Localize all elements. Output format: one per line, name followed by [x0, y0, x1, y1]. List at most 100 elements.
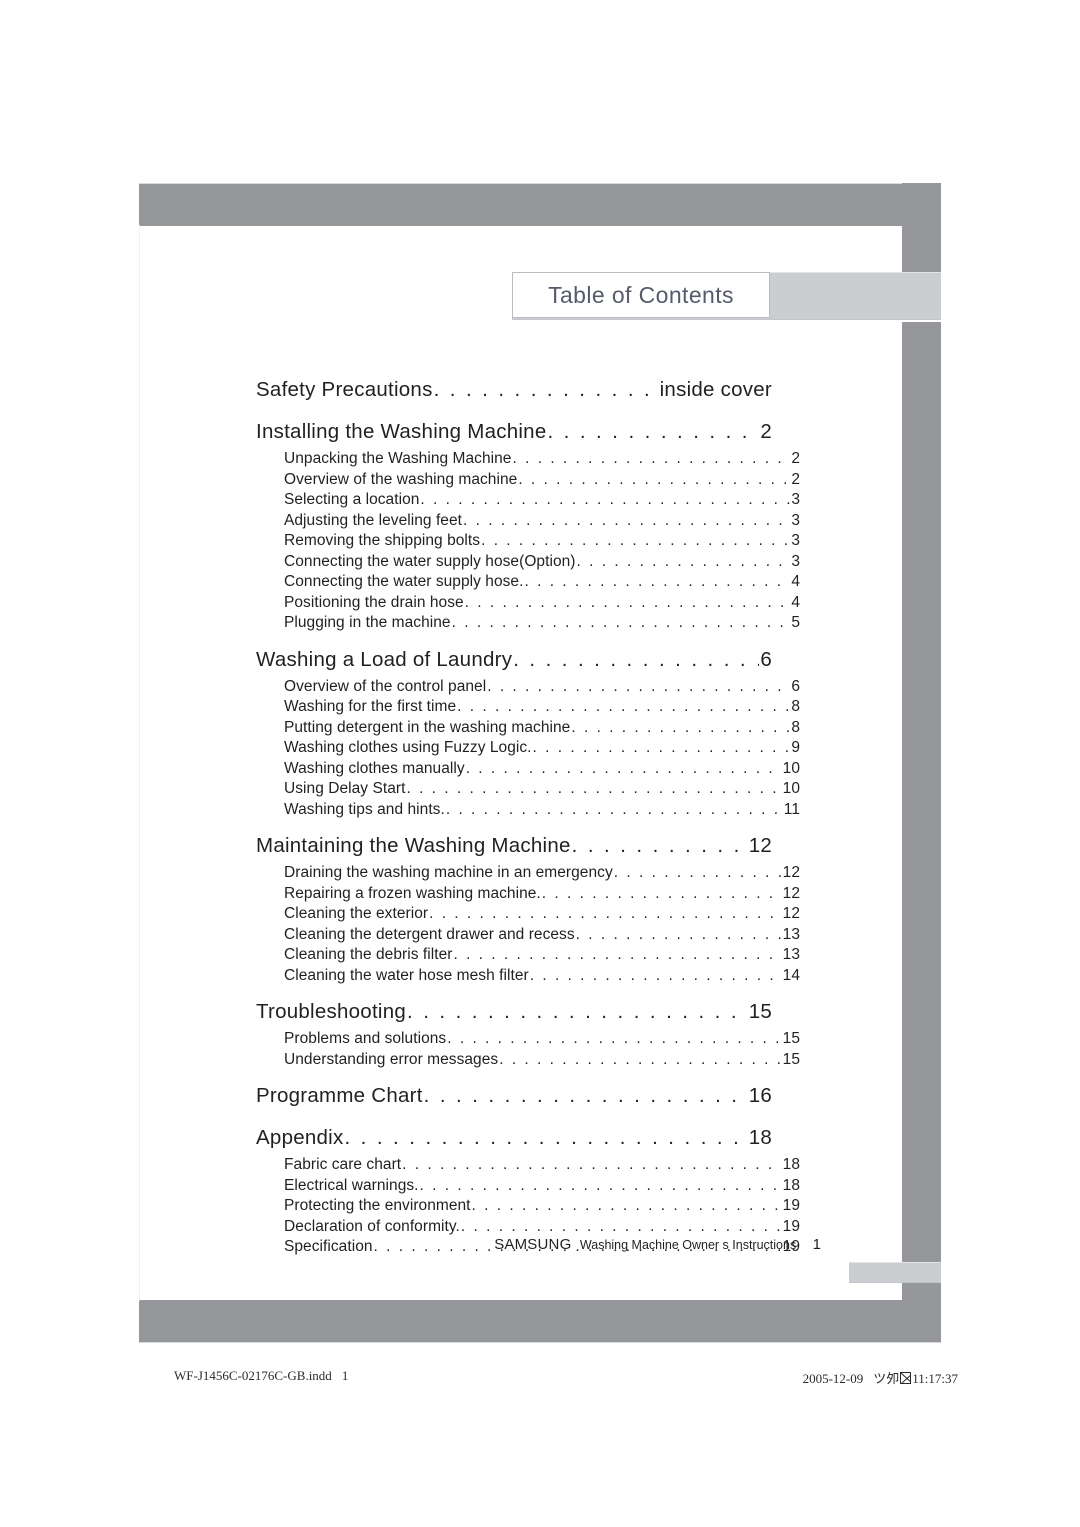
toc-leader-dots: . . . . . . . . . . . . . . . . . . . . …	[344, 1126, 747, 1149]
print-mark-date: 2005-12-09	[802, 1371, 864, 1386]
toc-entry-label: Safety Precautions	[256, 378, 433, 401]
toc-entry-main[interactable]: Appendix. . . . . . . . . . . . . . . . …	[256, 1122, 772, 1154]
toc-leader-dots: . . . . . . . . . . . . . . . . . . . . …	[532, 739, 791, 756]
toc-leader-dots: . . . . . . . . . . . . . . . . . . . . …	[524, 573, 790, 590]
toc-entry-sub[interactable]: Overview of the control panel. . . . . .…	[284, 677, 800, 698]
toc-leader-dots: . . . . . . . . . . . . . . . . . . . . …	[465, 759, 782, 777]
toc-entry-sub[interactable]: Washing for the first time. . . . . . . …	[284, 697, 800, 718]
toc-leader-dots: . . . . . . . . . . . . . . . . . . . . …	[460, 1217, 782, 1235]
toc-entry-page: 6	[760, 647, 772, 671]
toc-leader-dots: . . . . . . . . . . . . . . . . . . . . …	[481, 532, 791, 549]
toc-entry-page: 12	[782, 884, 800, 902]
toc-leader-dots: . . . . . . . . . . . . . . . . . . . . …	[429, 905, 782, 922]
toc-entry-sub[interactable]: Unpacking the Washing Machine. . . . . .…	[284, 449, 800, 470]
footer-page-number: 1	[812, 1236, 821, 1253]
toc-group: Programme Chart. . . . . . . . . . . . .…	[256, 1080, 772, 1112]
toc-entry-label: Programme Chart	[256, 1084, 423, 1107]
toc-entry-page: 8	[791, 698, 800, 715]
toc-entry-page: 15	[782, 1030, 800, 1047]
toc-entry-label: Installing the Washing Machine	[256, 420, 547, 443]
toc-entry-label: Washing clothes manually	[284, 759, 465, 777]
toc-leader-dots: . . . . . . . . . . . . . . . . . . . . …	[471, 1197, 782, 1214]
toc-entry-label: Cleaning the detergent drawer and recess	[284, 925, 575, 943]
toc-entry-label: Protecting the environment	[284, 1197, 471, 1214]
toc-entry-sub[interactable]: Connecting the water supply hose(Option)…	[284, 552, 800, 573]
frame-top-bar	[139, 183, 941, 226]
toc-entry-sub[interactable]: Electrical warnings.. . . . . . . . . . …	[284, 1176, 800, 1197]
toc-entry-page: 2	[791, 450, 800, 467]
toc-entry-page: 10	[782, 759, 800, 777]
toc-entry-sub[interactable]: Adjusting the leveling feet. . . . . . .…	[284, 511, 800, 532]
missing-glyph-icon	[900, 1372, 912, 1384]
toc-entry-label: Appendix	[256, 1126, 344, 1149]
toc-leader-dots: . . . . . . . . . . . . . . . . . . . . …	[451, 614, 791, 631]
toc-entry-main[interactable]: Troubleshooting. . . . . . . . . . . . .…	[256, 996, 772, 1028]
toc-leader-dots: . . . . . . . . . . . . . . . . . . . . …	[447, 1030, 782, 1047]
toc-entry-sub[interactable]: Protecting the environment. . . . . . . …	[284, 1196, 800, 1217]
toc-entry-label: Connecting the water supply hose.	[284, 573, 524, 590]
toc-entry-sub[interactable]: Removing the shipping bolts. . . . . . .…	[284, 531, 800, 552]
toc-entry-page: 18	[782, 1176, 800, 1194]
toc-entry-sub[interactable]: Washing clothes manually. . . . . . . . …	[284, 759, 800, 780]
toc-entry-page: 4	[791, 573, 800, 590]
toc-leader-dots: . . . . . . . . . . . . . . . . . . . . …	[547, 420, 759, 443]
print-mark-time: 11:17:37	[912, 1371, 958, 1386]
toc-entry-sub[interactable]: Selecting a location. . . . . . . . . . …	[284, 490, 800, 511]
toc-entry-label: Plugging in the machine	[284, 614, 451, 631]
toc-entry-sub[interactable]: Repairing a frozen washing machine.. . .…	[284, 884, 800, 905]
toc-entry-page: inside cover	[659, 378, 772, 401]
toc-entry-page: 13	[782, 925, 800, 943]
toc-entry-label: Repairing a frozen washing machine.	[284, 884, 541, 902]
toc-entry-page: 15	[748, 1000, 772, 1023]
toc-entry-sub[interactable]: Overview of the washing machine. . . . .…	[284, 470, 800, 491]
toc-group: Safety Precautions. . . . . . . . . . . …	[256, 374, 772, 406]
toc-entry-sub[interactable]: Cleaning the detergent drawer and recess…	[284, 925, 800, 946]
toc-entry-label: Adjusting the leveling feet	[284, 511, 462, 529]
toc-entry-sub[interactable]: Putting detergent in the washing machine…	[284, 718, 800, 739]
toc-entry-main[interactable]: Installing the Washing Machine. . . . . …	[256, 416, 772, 448]
toc-leader-dots: . . . . . . . . . . . . . . . . . . . . …	[463, 511, 790, 529]
toc-entry-sub[interactable]: Fabric care chart. . . . . . . . . . . .…	[284, 1155, 800, 1176]
toc-entry-sub[interactable]: Washing tips and hints.. . . . . . . . .…	[284, 800, 800, 821]
toc-entry-label: Cleaning the debris filter	[284, 946, 453, 963]
toc-entry-page: 19	[782, 1217, 800, 1235]
toc-entry-sub[interactable]: Draining the washing machine in an emerg…	[284, 863, 800, 884]
toc-entry-page: 3	[791, 491, 800, 508]
toc-entry-sub[interactable]: Problems and solutions. . . . . . . . . …	[284, 1029, 800, 1050]
toc-entry-label: Washing a Load of Laundry	[256, 647, 513, 671]
toc-entry-sub[interactable]: Positioning the drain hose. . . . . . . …	[284, 593, 800, 614]
toc-entry-label: Putting detergent in the washing machine	[284, 718, 571, 736]
toc-sub-list: Unpacking the Washing Machine. . . . . .…	[256, 449, 800, 634]
toc-leader-dots: . . . . . . . . . . . . . . . . . . . . …	[575, 925, 782, 943]
toc-entry-label: Problems and solutions	[284, 1030, 447, 1047]
toc-entry-label: Overview of the control panel	[284, 677, 487, 695]
toc-entry-page: 12	[782, 905, 800, 922]
toc-sub-list: Overview of the control panel . . . . . .…	[256, 677, 800, 821]
toc-sub-list: Draining the washing machine in an emerg…	[256, 863, 800, 986]
toc-entry-page: 15	[782, 1050, 800, 1068]
toc-entry-main[interactable]: Programme Chart. . . . . . . . . . . . .…	[256, 1080, 772, 1112]
toc-entry-sub[interactable]: Connecting the water supply hose.. . . .…	[284, 572, 800, 593]
toc-entry-main[interactable]: Washing a Load of Laundry. . . . . . . .…	[256, 644, 772, 676]
toc-entry-page: 6	[791, 677, 800, 695]
toc-entry-label: Positioning the drain hose	[284, 593, 464, 611]
toc-entry-sub[interactable]: Understanding error messages. . . . . . …	[284, 1050, 800, 1071]
toc-entry-label: Removing the shipping bolts	[284, 532, 481, 549]
toc-entry-main[interactable]: Maintaining the Washing Machine. . . . .…	[256, 830, 772, 862]
toc-entry-sub[interactable]: Washing clothes using Fuzzy Logic.. . . …	[284, 738, 800, 759]
toc-entry-main[interactable]: Safety Precautions. . . . . . . . . . . …	[256, 374, 772, 406]
toc-entry-sub[interactable]: Cleaning the exterior. . . . . . . . . .…	[284, 904, 800, 925]
toc-entry-sub[interactable]: Using Delay Start. . . . . . . . . . . .…	[284, 779, 800, 800]
toc-entry-sub[interactable]: Cleaning the debris filter. . . . . . . …	[284, 945, 800, 966]
page-title: Table of Contents	[548, 281, 734, 308]
toc-leader-dots: . . . . . . . . . . . . . . . . . . . . …	[464, 593, 791, 611]
toc-entry-sub[interactable]: Declaration of conformity.. . . . . . . …	[284, 1217, 800, 1238]
toc-entry-page: 16	[748, 1084, 772, 1107]
toc-leader-dots: . . . . . . . . . . . . . . . . . . . . …	[576, 552, 791, 570]
toc-group: Maintaining the Washing Machine. . . . .…	[256, 830, 800, 986]
toc-entry-sub[interactable]: Plugging in the machine. . . . . . . . .…	[284, 613, 800, 634]
toc-entry-label: Fabric care chart	[284, 1156, 402, 1173]
toc-entry-page: 18	[782, 1156, 800, 1173]
toc-entry-sub[interactable]: Cleaning the water hose mesh filter. . .…	[284, 966, 800, 987]
toc-entry-page: 19	[782, 1197, 800, 1214]
